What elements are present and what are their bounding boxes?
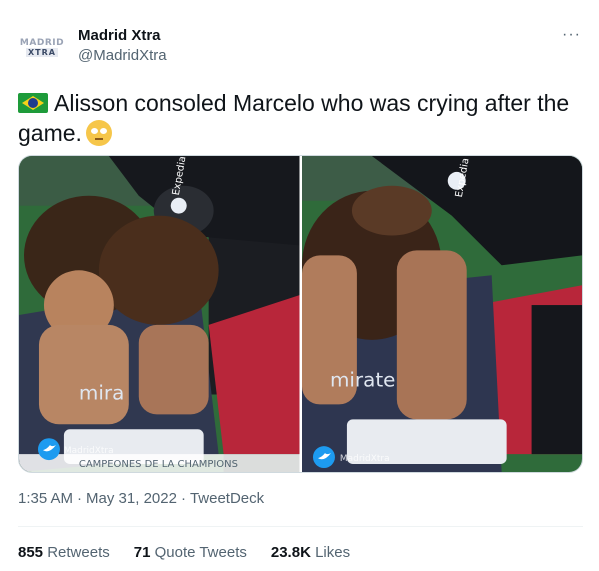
likes-label: Likes: [315, 544, 351, 561]
retweets-label: Retweets: [47, 544, 110, 561]
tweet-text: Alisson consoled Marcelo who was crying …: [18, 88, 588, 148]
quote-tweets-count: 71: [133, 544, 151, 561]
jersey-text-1: mira: [79, 381, 124, 404]
meta-separator: ·: [180, 490, 186, 507]
likes-stat[interactable]: 23.8K Likes: [271, 544, 350, 561]
retweets-count: 855: [18, 544, 44, 561]
tweet-photo-2[interactable]: mirate Expedia MadridXtra: [301, 156, 582, 472]
tweet-stats: 855 Retweets 71 Quote Tweets 23.8K Likes: [18, 544, 350, 561]
tweet-photo-1[interactable]: mira Expedia CAMPEONES DE LA CHAMPIONS M…: [19, 156, 300, 472]
watermark-1: MadridXtra: [64, 446, 114, 456]
meta-separator: ·: [77, 490, 83, 507]
face-holding-back-tears-icon: [85, 120, 112, 146]
tweet-date[interactable]: May 31, 2022: [86, 490, 177, 507]
tweet-card: MADRID XTRA Madrid Xtra @MadridXtra ··· …: [0, 0, 599, 571]
avatar[interactable]: MADRID XTRA: [18, 24, 66, 72]
photo-1-image: mira Expedia CAMPEONES DE LA CHAMPIONS M…: [19, 156, 300, 472]
tweet-source[interactable]: TweetDeck: [190, 490, 264, 507]
tweet-timestamp[interactable]: 1:35 AM: [18, 490, 73, 507]
watermark-2: MadridXtra: [339, 454, 389, 464]
tweet-meta: 1:35 AM · May 31, 2022 · TweetDeck: [18, 490, 264, 507]
author-handle[interactable]: @MadridXtra: [78, 47, 167, 64]
avatar-text-top: MADRID: [19, 38, 65, 48]
quote-tweets-stat[interactable]: 71 Quote Tweets: [134, 544, 247, 561]
photo-2-image: mirate Expedia MadridXtra: [301, 156, 582, 472]
more-options-icon[interactable]: ···: [562, 26, 581, 44]
quote-tweets-label: Quote Tweets: [154, 544, 247, 561]
jersey-text-2: mirate: [329, 369, 395, 392]
ticker-text-1: CAMPEONES DE LA CHAMPIONS: [79, 459, 238, 470]
likes-count: 23.8K: [270, 544, 311, 561]
brazil-flag-icon: [18, 93, 48, 113]
avatar-text-bottom: XTRA: [26, 48, 58, 57]
retweets-stat[interactable]: 855 Retweets: [18, 544, 110, 561]
author-name[interactable]: Madrid Xtra: [78, 27, 161, 44]
divider: [18, 526, 583, 527]
media-grid: mira Expedia CAMPEONES DE LA CHAMPIONS M…: [18, 155, 583, 473]
